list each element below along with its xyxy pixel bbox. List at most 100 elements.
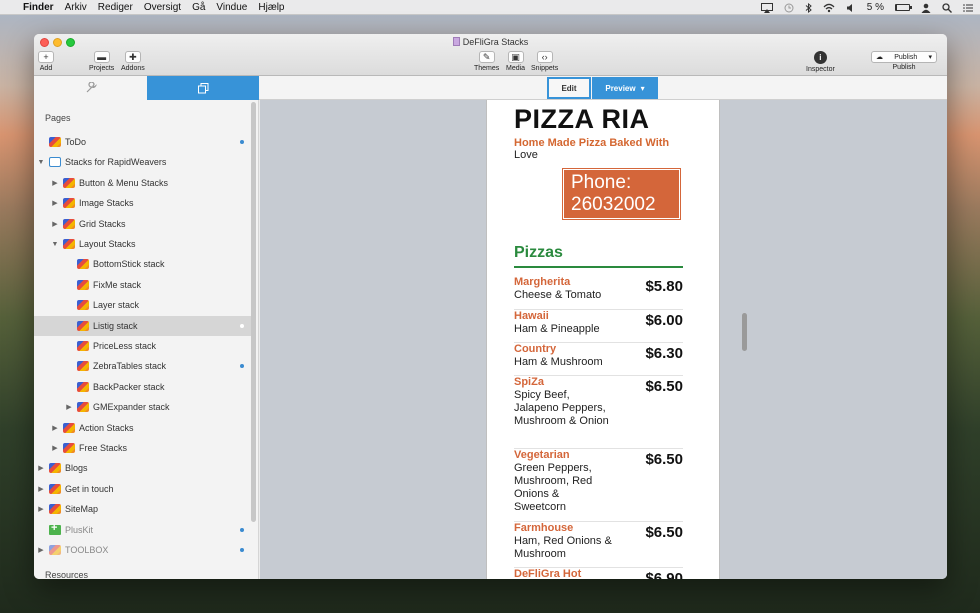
menu-arkiv[interactable]: Arkiv	[65, 2, 87, 13]
sidebar-item[interactable]: ▶ GMExpander stack	[34, 397, 251, 417]
menu-oversigt[interactable]: Oversigt	[144, 2, 181, 13]
stacks-page-icon	[49, 545, 61, 555]
web-preview[interactable]: PIZZA RIA Home Made Pizza Baked With Lov…	[486, 100, 720, 579]
add-button[interactable]: + Add	[38, 51, 54, 72]
menu-rediger[interactable]: Rediger	[98, 2, 133, 13]
sidebar-item-label: ZebraTables stack	[93, 361, 167, 372]
preview-scrollbar[interactable]	[742, 313, 747, 351]
sidebar-item[interactable]: PlusKit	[34, 520, 251, 540]
menu-item-price: $5.80	[645, 278, 683, 295]
sidebar-item[interactable]: ▶ Image Stacks	[34, 193, 251, 213]
menu-item-price: $6.50	[645, 378, 683, 395]
menu-hjaelp[interactable]: Hjælp	[258, 2, 284, 13]
volume-icon[interactable]	[846, 3, 856, 13]
sidebar-item[interactable]: ▶ Get in touch	[34, 479, 251, 499]
sidebar-scrollbar[interactable]	[251, 102, 256, 522]
menu-item-description: Spicy Beef, Jalapeno Peppers, Mushroom &…	[514, 389, 609, 427]
disclosure-triangle-icon[interactable]: ▶	[51, 179, 59, 187]
unpublished-dot	[240, 323, 244, 328]
menu-item: Country Ham & Mushroom $6.30	[514, 343, 683, 376]
tab-bar: Edit Preview ▾	[34, 76, 947, 100]
sidebar-item[interactable]: FixMe stack	[34, 275, 251, 295]
sidebar-item[interactable]: ZebraTables stack	[34, 356, 251, 376]
sidebar-item-label: Blogs	[65, 463, 88, 474]
addons-button[interactable]: ✚ Addons	[121, 51, 145, 72]
sidebar-item[interactable]: PriceLess stack	[34, 336, 251, 356]
sidebar-item[interactable]: ▶ Free Stacks	[34, 438, 251, 458]
stacks-page-icon	[49, 504, 61, 515]
menu-item: DeFliGra Hot $6.90	[514, 568, 683, 579]
sidebar-item-label: BackPacker stack	[93, 381, 165, 392]
disclosure-triangle-icon[interactable]: ▶	[37, 464, 45, 472]
time-machine-icon[interactable]	[784, 3, 794, 13]
battery-icon[interactable]	[895, 4, 912, 11]
menu-item-price: $6.00	[645, 312, 683, 329]
media-button[interactable]: ▣ Media	[506, 51, 525, 72]
publish-dropdown[interactable]: ☁ Publish ▾	[871, 51, 937, 63]
disclosure-triangle-icon[interactable]: ▶	[51, 444, 59, 452]
cloud-icon: ☁	[876, 54, 883, 61]
sidebar-item[interactable]: ▶ Blogs	[34, 458, 251, 478]
section-heading: Pizzas	[514, 244, 563, 261]
preview-button[interactable]: Preview ▾	[592, 77, 658, 99]
sidebar-item[interactable]: BackPacker stack	[34, 377, 251, 397]
menu-item-price: $6.50	[645, 524, 683, 541]
spotlight-search-icon[interactable]	[942, 2, 952, 13]
stacks-page-icon	[63, 443, 75, 453]
disclosure-triangle-icon[interactable]: ▶	[37, 485, 45, 493]
sidebar-item[interactable]: Layer stack	[34, 295, 251, 315]
pluskit-icon	[49, 522, 61, 535]
stacks-page-icon	[77, 341, 89, 351]
sidebar-item-label: PriceLess stack	[93, 341, 157, 351]
menu-item: Vegetarian Green Peppers, Mushroom, Red O…	[514, 449, 683, 522]
menu-vindue[interactable]: Vindue	[216, 2, 247, 13]
menu-item-description: Ham & Pineapple	[514, 323, 600, 335]
publish-control[interactable]: ☁ Publish ▾ Publish	[871, 51, 937, 71]
wifi-icon[interactable]	[823, 3, 835, 13]
tab-pages[interactable]	[147, 76, 259, 100]
sidebar-item-label: Layer stack	[93, 300, 140, 311]
chevron-down-icon: ▾	[640, 83, 645, 93]
sidebar-item-label: Layout Stacks	[79, 239, 136, 249]
disclosure-triangle-icon[interactable]: ▶	[51, 424, 59, 432]
app-window: DeFliGra Stacks + Add ▬ Projects ✚ Addons ✎…	[34, 34, 947, 579]
inspector-button[interactable]: i Inspector	[806, 51, 835, 73]
sidebar-item-label: PlusKit	[65, 524, 94, 535]
disclosure-triangle-icon[interactable]: ▶	[37, 505, 45, 513]
edit-button[interactable]: Edit	[547, 77, 591, 99]
sidebar-item-label: SiteMap	[65, 504, 99, 515]
projects-button[interactable]: ▬ Projects	[89, 51, 114, 72]
sidebar-item[interactable]: ▶ Action Stacks	[34, 418, 251, 438]
sidebar-item[interactable]: ToDo	[34, 132, 251, 152]
brush-icon: ✎	[478, 51, 495, 63]
notification-center-icon[interactable]	[963, 3, 974, 13]
wrench-icon	[86, 82, 96, 93]
disclosure-triangle-icon[interactable]: ▶	[51, 199, 59, 207]
menu-finder[interactable]: Finder	[23, 2, 54, 13]
snippets-button[interactable]: ‹› Snippets	[531, 51, 558, 72]
themes-button[interactable]: ✎ Themes	[474, 51, 499, 72]
sidebar-item[interactable]: ▶ SiteMap	[34, 499, 251, 519]
user-icon[interactable]	[921, 3, 931, 13]
menu-ga[interactable]: Gå	[192, 2, 205, 13]
sidebar-item[interactable]: ▶ TOOLBOX	[34, 540, 251, 560]
battery-percent[interactable]: 5 %	[867, 2, 884, 13]
disclosure-triangle-icon[interactable]: ▶	[65, 403, 73, 411]
page-sidebar: Pages ToDo ▼ Stacks for RapidWeavers ▶ Butto…	[34, 100, 259, 579]
sidebar-item[interactable]: ▶ Grid Stacks	[34, 214, 251, 234]
sidebar-item[interactable]: ▶ Button & Menu Stacks	[34, 173, 251, 193]
disclosure-triangle-icon[interactable]: ▶	[51, 220, 59, 228]
airplay-icon[interactable]	[760, 2, 773, 13]
tab-tools[interactable]	[34, 76, 147, 100]
site-tagline: Home Made Pizza Baked With	[514, 137, 670, 149]
menu-item-price: $6.50	[645, 451, 683, 468]
disclosure-triangle-icon[interactable]: ▼	[37, 159, 45, 166]
sidebar-item[interactable]: ▼ Layout Stacks	[34, 234, 251, 254]
sidebar-item[interactable]: BottomStick stack	[34, 254, 251, 274]
sidebar-item[interactable]: ▼ Stacks for RapidWeavers	[34, 152, 251, 172]
sidebar-item[interactable]: Listig stack	[34, 315, 251, 336]
bluetooth-icon[interactable]	[805, 2, 812, 13]
disclosure-triangle-icon[interactable]: ▼	[51, 241, 59, 248]
disclosure-triangle-icon[interactable]: ▶	[37, 546, 45, 554]
resources-header: Resources	[45, 570, 89, 579]
